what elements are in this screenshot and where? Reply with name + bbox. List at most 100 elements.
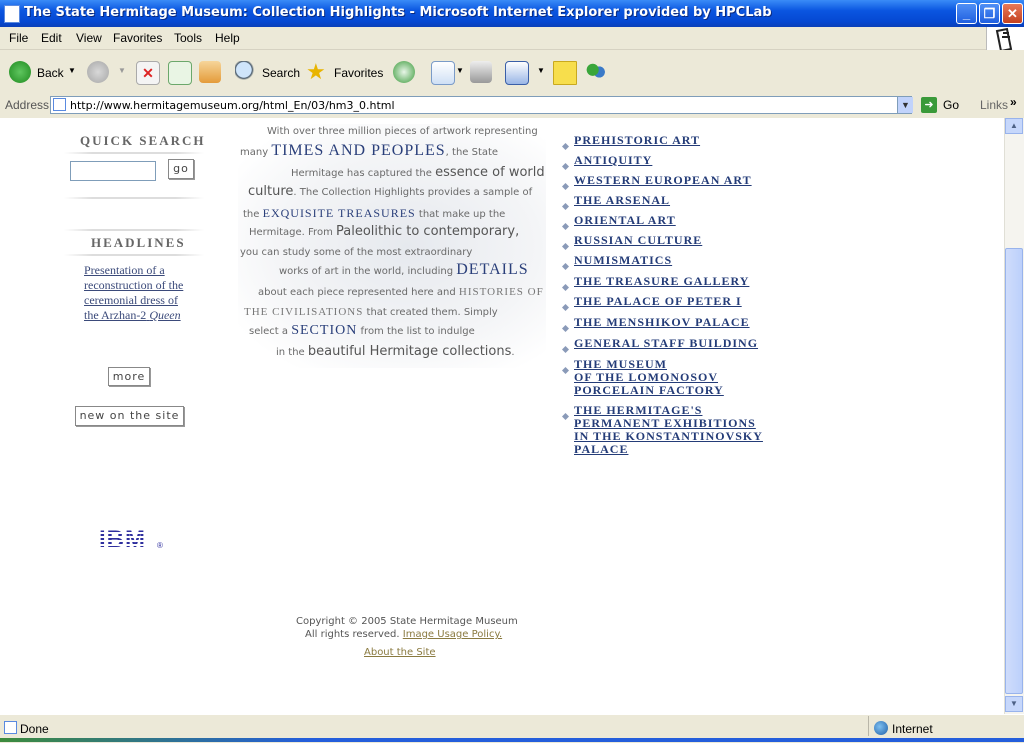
bullet-icon — [562, 278, 569, 291]
menu-edit[interactable]: Edit — [41, 31, 62, 45]
bullet-icon — [562, 137, 569, 150]
ibm-logo[interactable]: IBM — [99, 526, 146, 554]
image-usage-policy-link[interactable]: Image Usage Policy. — [403, 629, 502, 640]
address-url[interactable]: http://www.hermitagemuseum.org/html_En/0… — [70, 99, 395, 112]
address-dropdown-icon[interactable]: ▼ — [897, 97, 913, 113]
close-button[interactable]: ✕ — [1002, 3, 1023, 24]
mail-dropdown-icon[interactable]: ▼ — [456, 66, 464, 75]
bullet-icon — [562, 237, 569, 250]
menu-file[interactable]: File — [9, 31, 28, 45]
forward-arrow-icon[interactable] — [87, 61, 109, 83]
divider — [64, 152, 204, 154]
bullet-icon — [562, 407, 569, 420]
messenger-icon[interactable] — [585, 61, 607, 83]
more-button[interactable]: more — [108, 367, 150, 386]
links-chevron-icon[interactable]: » — [1010, 95, 1017, 109]
stop-icon[interactable]: ✕ — [136, 61, 160, 85]
menu-help[interactable]: Help — [215, 31, 240, 45]
search-button[interactable]: Search — [262, 66, 300, 80]
search-icon[interactable] — [235, 61, 257, 83]
bullet-icon — [562, 361, 569, 374]
category-western-european-art[interactable]: WESTERN EUROPEAN ART — [574, 174, 752, 187]
menu-tools[interactable]: Tools — [174, 31, 202, 45]
divider — [64, 254, 204, 256]
links-button[interactable]: Links — [980, 98, 1008, 112]
security-zone: Internet — [892, 722, 933, 736]
intro-line: THE CIVILISATIONS that created them. Sim… — [244, 306, 498, 318]
search-go-button[interactable]: go — [168, 159, 194, 179]
headlines-heading: HEADLINES — [91, 235, 186, 250]
category-the-arsenal[interactable]: THE ARSENAL — [574, 194, 670, 207]
category-russian-culture[interactable]: RUSSIAN CULTURE — [574, 234, 702, 247]
favorites-star-icon[interactable]: ★ — [306, 61, 328, 83]
refresh-icon[interactable] — [168, 61, 192, 85]
bullet-icon — [562, 257, 569, 270]
intro-line: in the beautiful Hermitage collections. — [276, 344, 515, 359]
internet-globe-icon — [874, 721, 888, 735]
headline-italic[interactable]: Queen — [149, 308, 180, 322]
favorites-button[interactable]: Favorites — [334, 66, 383, 80]
category-prehistoric-art[interactable]: PREHISTORIC ART — [574, 134, 700, 147]
intro-line: the EXQUISITE TREASURES that make up the — [243, 206, 506, 220]
discuss-note-icon[interactable] — [553, 61, 577, 85]
category-menshikov-palace[interactable]: THE MENSHIKOV PALACE — [574, 316, 750, 329]
registered-mark: ® — [157, 541, 163, 550]
scroll-up-icon[interactable]: ▲ — [1005, 118, 1023, 134]
copyright-text: Copyright © 2005 State Hermitage Museum — [296, 616, 518, 627]
category-lomonosov-porcelain[interactable]: THE MUSEUM OF THE LOMONOSOV PORCELAIN FACT… — [574, 358, 724, 397]
edit-icon[interactable] — [505, 61, 529, 85]
minimize-button[interactable]: _ — [956, 3, 977, 24]
intro-line: With over three million pieces of artwor… — [267, 126, 538, 137]
bullet-icon — [562, 177, 569, 190]
intro-line: culture. The Collection Highlights provi… — [248, 184, 533, 199]
back-button[interactable]: Back — [37, 66, 64, 80]
category-palace-of-peter-i[interactable]: THE PALACE OF PETER I — [574, 295, 742, 308]
category-numismatics[interactable]: NUMISMATICS — [574, 254, 672, 267]
intro-line: select a SECTION from the list to indulg… — [249, 323, 475, 338]
category-konstantinovsky-palace[interactable]: THE HERMITAGE'S PERMANENT EXHIBITIONS IN T… — [574, 404, 763, 456]
divider — [64, 229, 204, 231]
go-arrow-icon[interactable]: ➜ — [921, 97, 937, 113]
bullet-icon — [562, 319, 569, 332]
edit-dropdown-icon[interactable]: ▼ — [537, 66, 545, 75]
intro-line: you can study some of the most extraordi… — [240, 247, 473, 258]
intro-text-block: With over three million pieces of artwor… — [238, 124, 546, 368]
bullet-icon — [562, 217, 569, 230]
category-oriental-art[interactable]: ORIENTAL ART — [574, 214, 676, 227]
intro-line: works of art in the world, including DET… — [279, 261, 529, 278]
category-treasure-gallery[interactable]: THE TREASURE GALLERY — [574, 275, 749, 288]
bullet-icon — [562, 298, 569, 311]
bullet-icon — [562, 340, 569, 353]
mail-icon[interactable] — [431, 61, 455, 85]
quick-search-heading: QUICK SEARCH — [80, 133, 206, 148]
category-general-staff-building[interactable]: GENERAL STAFF BUILDING — [574, 337, 758, 350]
menu-view[interactable]: View — [76, 31, 102, 45]
scroll-thumb[interactable] — [1005, 248, 1023, 694]
go-button[interactable]: Go — [943, 98, 959, 112]
bullet-icon — [562, 197, 569, 210]
forward-dropdown-icon[interactable]: ▼ — [118, 66, 126, 75]
maximize-button[interactable]: ❐ — [979, 3, 1000, 24]
search-input[interactable] — [70, 161, 156, 181]
intro-line: Hermitage. From Paleolithic to contempor… — [249, 224, 520, 239]
print-icon[interactable] — [470, 61, 492, 83]
intro-line: about each piece represented here and HI… — [258, 286, 544, 298]
intro-line: many TIMES AND PEOPLES, the State — [240, 142, 499, 159]
back-arrow-icon[interactable] — [9, 61, 31, 83]
page-icon — [53, 98, 66, 111]
rights-text: All rights reserved. Image Usage Policy. — [305, 629, 503, 640]
menu-favorites[interactable]: Favorites — [113, 31, 162, 45]
scroll-down-icon[interactable]: ▼ — [1005, 696, 1023, 712]
intro-line: Hermitage has captured the essence of wo… — [291, 165, 545, 180]
back-dropdown-icon[interactable]: ▼ — [68, 66, 76, 75]
home-icon[interactable] — [199, 61, 221, 83]
new-on-site-button[interactable]: new on the site — [75, 406, 184, 426]
window-title: The State Hermitage Museum: Collection H… — [24, 5, 772, 20]
bullet-icon — [562, 157, 569, 170]
about-site-link[interactable]: About the Site — [364, 647, 436, 658]
headline-link[interactable]: Presentation of a reconstruction of the … — [84, 263, 184, 323]
history-icon[interactable] — [393, 61, 415, 83]
ie-page-icon — [4, 5, 20, 23]
category-antiquity[interactable]: ANTIQUITY — [574, 154, 652, 167]
divider — [64, 197, 204, 199]
